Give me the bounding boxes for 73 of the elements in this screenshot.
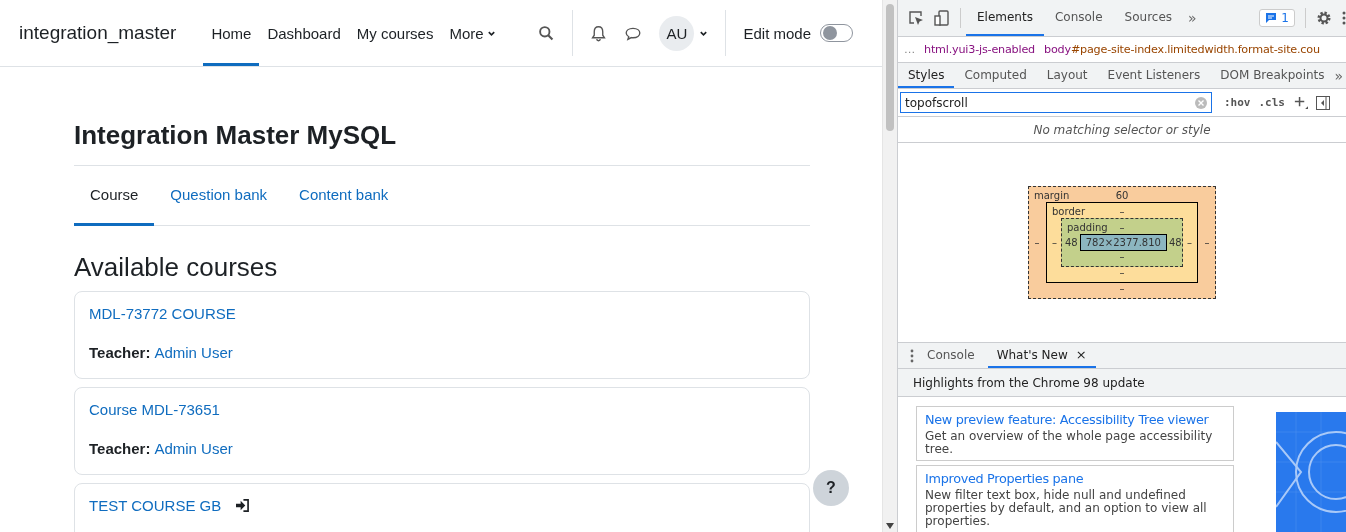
site-name[interactable]: integration_master	[19, 22, 177, 44]
breadcrumb-ellipsis[interactable]: …	[904, 43, 915, 56]
more-tabs-button[interactable]: »	[1188, 10, 1197, 26]
devtools-tab[interactable]: Elements	[966, 0, 1044, 36]
box-value: 48	[1168, 237, 1182, 248]
news-description: New filter text box, hide null and undefined properties by default, and an option to view all properties.	[925, 489, 1208, 528]
teacher-label: Teacher:	[89, 344, 151, 361]
styles-pane-tab[interactable]: Styles	[898, 63, 955, 88]
course-tab[interactable]: Course	[74, 166, 155, 226]
plus-icon[interactable]	[1293, 95, 1308, 110]
bell-icon[interactable]	[590, 24, 608, 42]
search-icon[interactable]	[538, 24, 556, 42]
box-value: –	[1119, 251, 1125, 263]
scroll-down-arrow-icon[interactable]	[886, 523, 894, 529]
device-toolbar-icon[interactable]	[934, 10, 950, 26]
box-value: –	[1203, 237, 1211, 248]
teacher-link[interactable]: Admin User	[154, 344, 233, 361]
box-label: padding	[1067, 222, 1108, 233]
course-link[interactable]: TEST COURSE GB	[89, 497, 222, 514]
devtools-tab[interactable]: Sources	[1113, 0, 1184, 36]
sign-in-icon[interactable]	[235, 499, 251, 512]
box-value: –	[1051, 237, 1058, 248]
nav-link[interactable]: Dashboard	[259, 0, 349, 66]
box-value: –	[1186, 237, 1193, 248]
course-tab[interactable]: Content bank	[283, 166, 405, 226]
kebab-menu-icon[interactable]	[910, 348, 914, 363]
styles-pane-tab[interactable]: DOM Breakpoints	[1210, 63, 1335, 88]
hover-state-button[interactable]: :hov	[1224, 96, 1251, 109]
sidebar-toggle-icon[interactable]	[1316, 95, 1330, 110]
scrollbar-thumb[interactable]	[886, 4, 894, 131]
section-heading: Available courses	[74, 252, 279, 282]
course-link[interactable]: MDL-73772 COURSE	[89, 305, 236, 322]
box-value: –	[1119, 222, 1125, 234]
scrollbar[interactable]	[882, 0, 897, 532]
box-value: –	[1033, 237, 1041, 248]
box-value: 48	[1065, 237, 1078, 248]
class-button[interactable]: .cls	[1258, 96, 1285, 109]
highlights-heading: Highlights from the Chrome 98 update	[898, 369, 1346, 397]
no-match-message: No matching selector or style	[898, 117, 1346, 143]
course-tab[interactable]: Question bank	[154, 166, 284, 226]
drawer-tab[interactable]: Console	[918, 343, 984, 368]
nav-link[interactable]: Home	[203, 0, 260, 66]
styles-pane-tab[interactable]: Event Listeners	[1097, 63, 1211, 88]
news-description: Get an overview of the whole page accessibility tree.	[925, 430, 1214, 456]
help-button[interactable]: ?	[813, 470, 849, 506]
more-tabs-button[interactable]: »	[1334, 67, 1344, 84]
teacher-link[interactable]: Admin User	[154, 440, 233, 457]
box-value: –	[1119, 283, 1125, 295]
issues-badge[interactable]: 1	[1259, 9, 1295, 27]
box-label: border	[1052, 206, 1085, 217]
styles-pane-tab[interactable]: Layout	[1036, 63, 1098, 88]
nav-link[interactable]: My courses	[348, 0, 442, 66]
edit-mode-label: Edit mode	[743, 24, 811, 42]
kebab-menu-icon[interactable]	[1342, 10, 1346, 26]
news-link[interactable]: New preview feature: Accessibility Tree viewer	[925, 411, 1225, 428]
breadcrumb-item[interactable]: body#page-site-index.limitedwidth.format-site.cou	[1044, 43, 1320, 56]
styles-pane-tab[interactable]: Computed	[954, 63, 1037, 88]
devtools-tab[interactable]: Console	[1043, 0, 1114, 36]
page-title: Integration Master MySQL	[74, 119, 398, 151]
inspect-icon[interactable]	[908, 10, 924, 26]
nav-link[interactable]: More	[441, 0, 504, 66]
course-link[interactable]: Course MDL-73651	[89, 401, 220, 418]
box-label: margin	[1034, 190, 1070, 201]
news-link[interactable]: Improved Properties pane	[925, 470, 1225, 487]
box-value: –	[1119, 206, 1125, 218]
filter-field[interactable]: topofscroll	[900, 92, 1212, 113]
settings-icon[interactable]	[1316, 10, 1332, 26]
box-value: 60	[1115, 190, 1129, 202]
content-size: 782×2377.810	[1079, 234, 1167, 251]
user-avatar[interactable]: AU	[659, 15, 695, 51]
box-value: –	[1119, 267, 1125, 279]
teacher-label: Teacher:	[89, 440, 151, 457]
breadcrumb-item[interactable]: html.yui3-js-enabled	[924, 43, 1035, 56]
